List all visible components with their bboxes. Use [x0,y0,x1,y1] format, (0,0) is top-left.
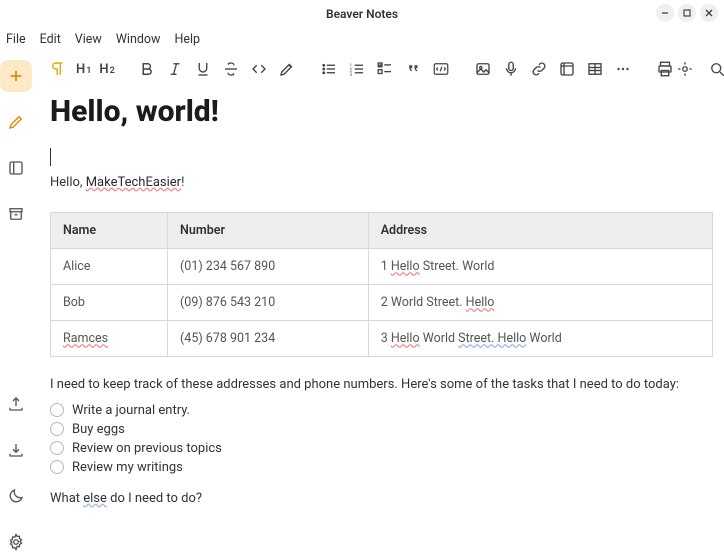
edit-note-button[interactable] [0,106,32,138]
menu-edit[interactable]: Edit [40,32,61,47]
checkbox-icon[interactable] [50,460,64,474]
closer-paragraph[interactable]: What else do I need to do? [50,489,713,509]
sidebar [0,50,32,558]
image-button[interactable] [473,59,493,79]
paragraph-button[interactable] [48,59,68,79]
link-button[interactable] [529,59,549,79]
editor-toolbar: H1 H2 [32,50,724,88]
heading2-button[interactable]: H2 [99,62,114,77]
focus-mode-button[interactable] [675,59,695,79]
search-button[interactable] [707,59,724,79]
table-row[interactable]: Ramces (45) 678 901 234 3 Hello World St… [51,321,713,357]
th-name[interactable]: Name [51,213,168,249]
export-button[interactable] [0,388,32,420]
minimize-button[interactable] [656,4,674,22]
list-item[interactable]: Review on previous topics [50,441,713,456]
new-note-button[interactable] [0,60,32,92]
table-header-row: Name Number Address [51,213,713,249]
intro-link[interactable]: MakeTechEasier [86,175,181,190]
highlight-button[interactable] [277,59,297,79]
dark-mode-button[interactable] [0,480,32,512]
table-row[interactable]: Bob (09) 876 543 210 2 World Street. Hel… [51,285,713,321]
titlebar: Beaver Notes [0,0,724,28]
editor-content[interactable]: Hello, world! Hello, MakeTechEasier! Nam… [32,88,724,558]
ordered-list-button[interactable]: 123 [347,59,367,79]
attachment-button[interactable] [557,59,577,79]
notes-list-button[interactable] [0,152,32,184]
import-button[interactable] [0,434,32,466]
th-address[interactable]: Address [368,213,712,249]
note-title[interactable]: Hello, world! [50,94,713,129]
list-item[interactable]: Write a journal entry. [50,403,713,418]
todo-list[interactable]: Write a journal entry. Buy eggs Review o… [50,403,713,475]
settings-button[interactable] [0,526,32,558]
heading1-button[interactable]: H1 [76,62,91,77]
checkbox-icon[interactable] [50,441,64,455]
print-button[interactable] [655,59,675,79]
checklist-button[interactable] [375,59,395,79]
more-button[interactable] [613,59,633,79]
list-item[interactable]: Review my writings [50,460,713,475]
menubar: File Edit View Window Help [0,28,724,50]
th-number[interactable]: Number [168,213,369,249]
record-audio-button[interactable] [501,59,521,79]
archive-button[interactable] [0,198,32,230]
bullet-list-button[interactable] [319,59,339,79]
codeblock-button[interactable] [431,59,451,79]
window-title: Beaver Notes [326,7,398,21]
blockquote-button[interactable] [403,59,423,79]
close-button[interactable] [700,4,718,22]
main-area: H1 H2 [32,50,724,558]
underline-button[interactable] [193,59,213,79]
list-item[interactable]: Buy eggs [50,422,713,437]
italic-button[interactable] [165,59,185,79]
menu-window[interactable]: Window [116,32,161,47]
strikethrough-button[interactable] [221,59,241,79]
window-controls [656,4,718,22]
checkbox-icon[interactable] [50,422,64,436]
track-paragraph[interactable]: I need to keep track of these addresses … [50,375,713,395]
table-button[interactable] [585,59,605,79]
bold-button[interactable] [137,59,157,79]
menu-file[interactable]: File [6,32,26,47]
menu-view[interactable]: View [75,32,102,47]
maximize-button[interactable] [678,4,696,22]
svg-text:3: 3 [349,72,352,78]
table-row[interactable]: Alice (01) 234 567 890 1 Hello Street. W… [51,249,713,285]
intro-paragraph[interactable]: Hello, MakeTechEasier! [50,173,713,193]
checkbox-icon[interactable] [50,403,64,417]
contacts-table[interactable]: Name Number Address Alice (01) 234 567 8… [50,212,713,357]
text-cursor [50,148,51,166]
code-button[interactable] [249,59,269,79]
menu-help[interactable]: Help [174,32,200,47]
